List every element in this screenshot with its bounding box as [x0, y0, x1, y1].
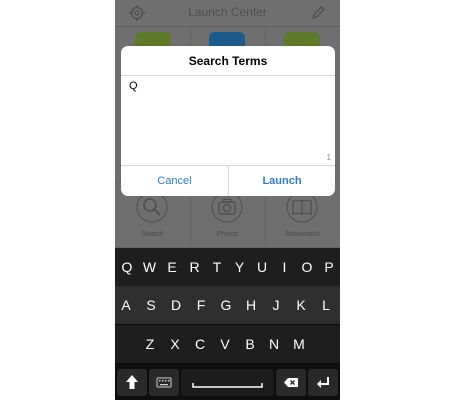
edit-button[interactable]	[309, 4, 327, 22]
key-h[interactable]: H	[240, 286, 262, 324]
return-key[interactable]	[308, 369, 338, 396]
keyboard-icon	[156, 377, 172, 388]
keyboard-row: Q W E R T Y U I O P	[115, 248, 340, 287]
navigation-bar: Launch Center	[115, 0, 340, 27]
keyboard: Q W E R T Y U I O P A S D F G H J K L Z …	[115, 248, 340, 400]
return-arrow-icon	[317, 377, 329, 388]
nav-title: Launch Center	[188, 5, 267, 19]
key-x[interactable]: X	[164, 325, 186, 363]
key-q[interactable]: Q	[116, 248, 138, 286]
key-i[interactable]: I	[274, 248, 296, 286]
key-z[interactable]: Z	[139, 325, 161, 363]
shift-key[interactable]	[117, 369, 147, 396]
grid-cell-label: Search	[141, 231, 164, 238]
key-c[interactable]: C	[189, 325, 211, 363]
space-key[interactable]	[181, 369, 274, 396]
dialog-title: Search Terms	[188, 54, 268, 68]
key-j[interactable]: J	[265, 286, 287, 324]
key-l[interactable]: L	[315, 286, 337, 324]
key-o[interactable]: O	[296, 248, 318, 286]
grid-cell-label: Photos	[216, 231, 239, 238]
keyboard-row: A S D F G H J K L	[115, 286, 340, 325]
search-terms-input[interactable]: Q	[129, 80, 327, 164]
search-terms-dialog: Search Terms Q 1 Cancel Launch	[121, 46, 335, 196]
delete-key[interactable]	[276, 369, 306, 396]
shift-arrow-icon	[126, 375, 138, 389]
key-t[interactable]: T	[206, 248, 228, 286]
key-y[interactable]: Y	[229, 248, 251, 286]
divider	[121, 75, 335, 76]
key-b[interactable]: B	[239, 325, 261, 363]
key-a[interactable]: A	[115, 286, 137, 324]
key-r[interactable]: R	[184, 248, 206, 286]
launch-button[interactable]: Launch	[229, 166, 335, 196]
key-w[interactable]: W	[139, 248, 161, 286]
key-v[interactable]: V	[214, 325, 236, 363]
cancel-button[interactable]: Cancel	[121, 166, 228, 196]
key-u[interactable]: U	[251, 248, 273, 286]
character-count: 1	[326, 153, 331, 162]
keyboard-function-row	[115, 364, 340, 400]
key-n[interactable]: N	[263, 325, 285, 363]
pencil-icon	[312, 6, 325, 19]
key-e[interactable]: E	[161, 248, 183, 286]
key-p[interactable]: P	[318, 248, 340, 286]
key-s[interactable]: S	[140, 286, 162, 324]
key-k[interactable]: K	[290, 286, 312, 324]
key-m[interactable]: M	[288, 325, 310, 363]
keyboard-switch-key[interactable]	[149, 369, 179, 396]
backspace-icon	[284, 378, 298, 387]
phone-screen: Launch Center Search Photos Bookmarks Se…	[115, 0, 340, 400]
keyboard-row: Z X C V B N M	[115, 325, 340, 364]
grid-cell-label: Bookmarks	[284, 231, 320, 238]
key-g[interactable]: G	[215, 286, 237, 324]
key-d[interactable]: D	[165, 286, 187, 324]
space-bar-icon	[192, 383, 263, 388]
key-f[interactable]: F	[190, 286, 212, 324]
